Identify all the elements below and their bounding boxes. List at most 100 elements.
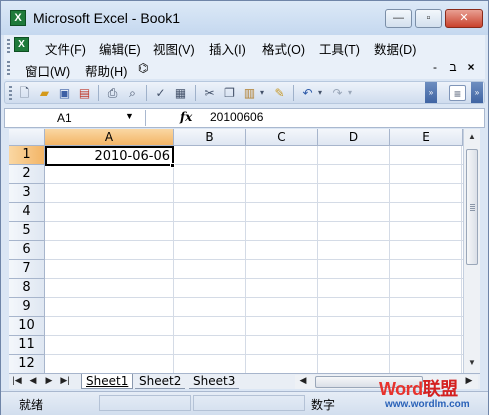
vertical-scrollbar[interactable]: ▲ ▼ xyxy=(463,129,480,373)
row-header[interactable]: 8 xyxy=(9,279,45,298)
toolbar-grip[interactable] xyxy=(9,86,12,100)
status-panel xyxy=(193,395,305,411)
save-icon[interactable]: ▣ xyxy=(56,85,73,101)
format-painter-icon[interactable]: ✎ xyxy=(271,85,288,101)
tab-sheet2[interactable]: Sheet2 xyxy=(135,374,186,389)
gridline xyxy=(173,146,174,373)
paste-dropdown-icon[interactable]: ▾ xyxy=(257,85,267,101)
close-button[interactable]: ✕ xyxy=(445,9,483,28)
gridline xyxy=(45,183,463,184)
redo-dropdown-icon[interactable]: ▾ xyxy=(345,85,355,101)
toolbar-overflow-button[interactable]: » xyxy=(425,82,437,103)
paste-icon[interactable]: ▥ xyxy=(241,85,258,101)
cell-a1[interactable]: 2010-06-06 xyxy=(45,146,174,166)
column-header-c[interactable]: C xyxy=(246,129,318,146)
copy-icon[interactable]: ❐ xyxy=(221,85,238,101)
cell-a1-value: 2010-06-06 xyxy=(94,149,170,164)
undo-dropdown-icon[interactable]: ▾ xyxy=(315,85,325,101)
new-icon[interactable]: 🗋 xyxy=(16,85,33,101)
gridline xyxy=(45,335,463,336)
research-icon[interactable]: ⌬ xyxy=(138,60,148,76)
grip-icon xyxy=(470,204,475,211)
menu-data[interactable]: 数据(D) xyxy=(374,38,416,59)
open-icon[interactable]: ▰ xyxy=(36,85,53,101)
menu-insert[interactable]: 插入(I) xyxy=(209,38,246,59)
select-all-button[interactable] xyxy=(9,129,45,146)
gridline xyxy=(245,146,246,373)
row-header[interactable]: 6 xyxy=(9,241,45,260)
formula-input[interactable]: 20100606 xyxy=(210,110,263,124)
menu-help[interactable]: 帮助(H) xyxy=(85,60,127,81)
menu-file[interactable]: 文件(F) xyxy=(45,38,86,59)
restore-button[interactable]: ▫ xyxy=(415,9,442,28)
status-ready: 就绪 xyxy=(19,398,44,412)
scroll-down-icon[interactable]: ▼ xyxy=(464,355,480,371)
print-preview-icon[interactable]: ⌕ xyxy=(124,85,141,101)
scroll-left-icon[interactable]: ◀ xyxy=(297,375,309,386)
menu-tools[interactable]: 工具(T) xyxy=(319,38,360,59)
wordlm-watermark: Word联盟 www.wordlm.com xyxy=(377,375,487,415)
toolbar-overflow-button-2[interactable]: » xyxy=(471,82,483,103)
undo-icon[interactable]: ↶ xyxy=(299,85,316,101)
row-header[interactable]: 1 xyxy=(9,146,45,165)
toolbar-separator xyxy=(146,85,147,101)
tab-sheet3[interactable]: Sheet3 xyxy=(189,374,240,389)
align-icon[interactable]: ≡ xyxy=(449,85,466,101)
menu-window[interactable]: 窗口(W) xyxy=(25,60,70,81)
column-header-b[interactable]: B xyxy=(174,129,246,146)
row-header[interactable]: 10 xyxy=(9,317,45,336)
redo-icon[interactable]: ↷ xyxy=(329,85,346,101)
menu-format[interactable]: 格式(O) xyxy=(262,38,305,59)
fill-handle[interactable] xyxy=(170,163,175,168)
row-header[interactable]: 3 xyxy=(9,184,45,203)
column-header-a[interactable]: A xyxy=(45,129,174,146)
watermark-brand-latin: Word xyxy=(379,379,423,399)
scroll-up-icon[interactable]: ▲ xyxy=(464,129,480,145)
row-header[interactable]: 7 xyxy=(9,260,45,279)
vertical-scroll-thumb[interactable] xyxy=(466,149,478,265)
row-header[interactable]: 11 xyxy=(9,336,45,355)
row-header[interactable]: 2 xyxy=(9,165,45,184)
menubar-grip-2[interactable] xyxy=(7,61,10,75)
prev-sheet-icon[interactable]: ◀ xyxy=(27,375,39,386)
row-header[interactable]: 4 xyxy=(9,203,45,222)
first-sheet-icon[interactable]: |◀ xyxy=(11,375,23,386)
standard-toolbar: 🗋 ▰ ▣ ▤ ⎙ ⌕ ✓ ▦ ✂ ❐ ▥ ▾ ✎ ↶ ▾ ↷ ▾ » ≡ » xyxy=(4,81,485,104)
excel-icon[interactable]: X xyxy=(10,10,26,26)
gridline xyxy=(45,316,463,317)
doc-restore-button[interactable]: ב xyxy=(446,60,460,74)
doc-minimize-button[interactable]: - xyxy=(428,60,442,74)
doc-close-button[interactable]: × xyxy=(464,60,478,74)
column-header-d[interactable]: D xyxy=(318,129,390,146)
menubar-grip[interactable] xyxy=(7,39,10,53)
menu-view[interactable]: 视图(V) xyxy=(153,38,195,59)
minimize-button[interactable]: — xyxy=(385,9,412,28)
title-bar[interactable]: X Microsoft Excel - Book1 — ▫ ✕ xyxy=(1,1,488,35)
print-icon[interactable]: ⎙ xyxy=(104,85,121,101)
row-header[interactable]: 12 xyxy=(9,355,45,373)
window-title: Microsoft Excel - Book1 xyxy=(33,10,181,26)
permission-icon[interactable]: ▤ xyxy=(76,85,93,101)
worksheet-grid[interactable]: A B C D E 1 2 3 4 5 6 7 8 9 10 11 12 201… xyxy=(9,129,463,373)
status-num-lock: 数字 xyxy=(311,398,336,412)
name-box[interactable]: A1 ▼ xyxy=(7,110,146,126)
gridline xyxy=(317,146,318,373)
tab-sheet1[interactable]: Sheet1 xyxy=(81,374,134,389)
insert-function-icon[interactable]: fx xyxy=(180,110,192,124)
cut-icon[interactable]: ✂ xyxy=(201,85,218,101)
row-header[interactable]: 5 xyxy=(9,222,45,241)
column-header-e[interactable]: E xyxy=(390,129,463,146)
row-header[interactable]: 9 xyxy=(9,298,45,317)
document-icon[interactable]: X xyxy=(14,37,29,52)
gridline xyxy=(45,259,463,260)
last-sheet-icon[interactable]: ▶| xyxy=(59,375,71,386)
menu-edit[interactable]: 编辑(E) xyxy=(99,38,141,59)
chevron-down-icon[interactable]: ▼ xyxy=(125,111,134,121)
watermark-brand-cn: 联盟 xyxy=(422,379,459,399)
gridline xyxy=(45,221,463,222)
research-book-icon[interactable]: ▦ xyxy=(172,85,189,101)
gridline xyxy=(45,240,463,241)
spelling-icon[interactable]: ✓ xyxy=(152,85,169,101)
next-sheet-icon[interactable]: ▶ xyxy=(43,375,55,386)
gridline xyxy=(45,278,463,279)
